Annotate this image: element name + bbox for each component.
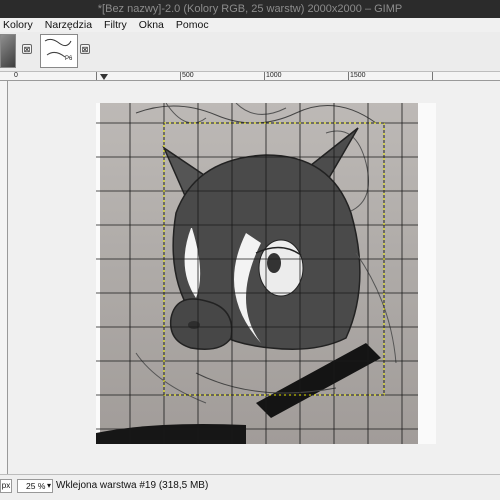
menu-filtry[interactable]: Filtry [104,19,127,31]
close-icon[interactable]: ⊠ [22,44,32,54]
ruler-label: 500 [182,72,194,79]
ruler-pointer-icon [100,74,108,80]
image-tabs: ⊠ P6 ⊠ [0,32,500,72]
ruler-label: 0 [14,72,18,79]
canvas-area[interactable] [8,81,500,474]
menu-pomoc[interactable]: Pomoc [176,19,209,31]
sketch-thumbnail-icon [44,38,72,58]
ruler-tick [96,72,97,80]
menu-narzedzia[interactable]: Narzędzia [45,19,92,31]
horizontal-ruler[interactable]: 0 500 1000 1500 [0,72,500,81]
status-bar: px 25 % ▾ Wklejona warstwa #19 (318,5 MB… [0,474,500,500]
window-title: *[Bez nazwy]-2.0 (Kolory RGB, 25 warstw)… [0,0,500,18]
image-tab-thumbnail[interactable]: P6 [40,34,78,68]
menu-kolory[interactable]: Kolory [3,19,33,31]
dropdown-arrow-icon: ▾ [46,481,51,490]
ruler-tick [180,72,181,80]
image-tab-thumbnail[interactable] [0,34,16,68]
ruler-tick [432,72,433,80]
ruler-tick [348,72,349,80]
vertical-ruler[interactable] [0,81,8,474]
ruler-label: 1500 [350,72,366,79]
image-edge [418,103,436,444]
zoom-value: 25 % [26,481,46,491]
menu-bar: Kolory Narzędzia Filtry Okna Pomoc [0,18,500,32]
image-canvas[interactable] [96,103,436,444]
menu-okna[interactable]: Okna [139,19,164,31]
pig-sketch-drawing [96,103,436,444]
ruler-tick [264,72,265,80]
thumbnail-label: P6 [65,56,73,62]
unit-selector[interactable]: px [0,479,12,493]
close-icon[interactable]: ⊠ [80,44,90,54]
zoom-selector[interactable]: 25 % ▾ [17,479,53,493]
active-layer-info: Wklejona warstwa #19 (318,5 MB) [56,480,209,491]
ruler-label: 1000 [266,72,282,79]
